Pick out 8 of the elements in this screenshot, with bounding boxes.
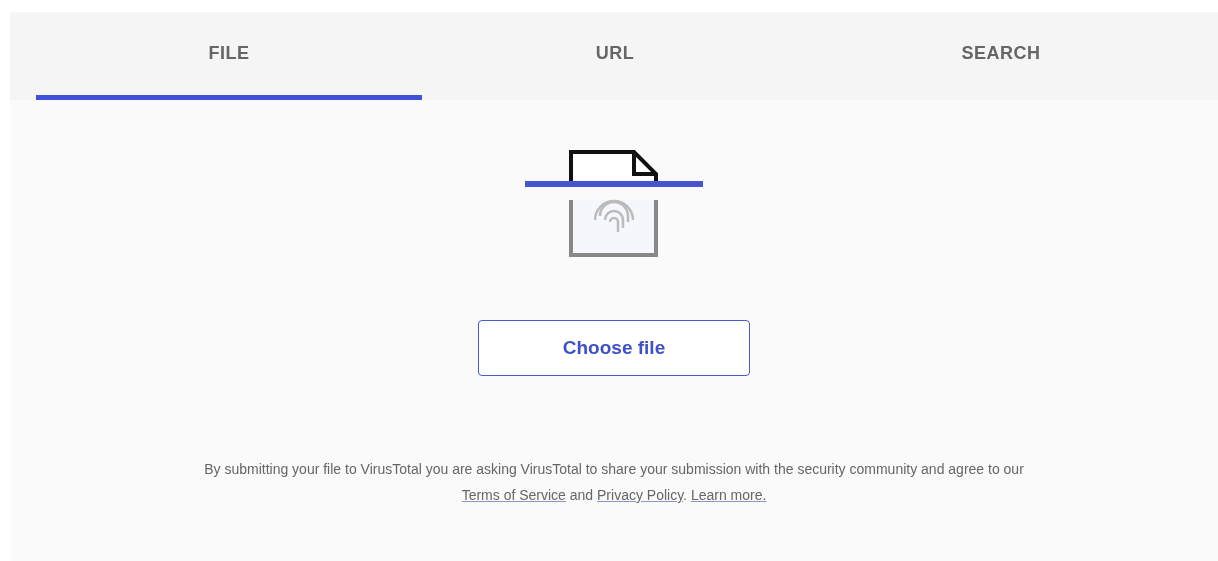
submission-notice: By submitting your file to VirusTotal you are asking VirusTotal to share your submission with the security community and agree to our Terms of Service and Privacy Policy. Learn more. <box>203 460 1025 505</box>
tab[interactable]: SEARCH <box>808 12 1194 100</box>
notice-link[interactable]: Learn more. <box>690 487 767 503</box>
notice-link[interactable]: Terms of Service <box>461 487 566 503</box>
choose-file-button[interactable]: Choose file <box>478 320 750 376</box>
tab[interactable]: URL <box>422 12 808 100</box>
fingerprint-file-icon <box>524 150 704 260</box>
tab[interactable]: FILE <box>36 12 422 100</box>
